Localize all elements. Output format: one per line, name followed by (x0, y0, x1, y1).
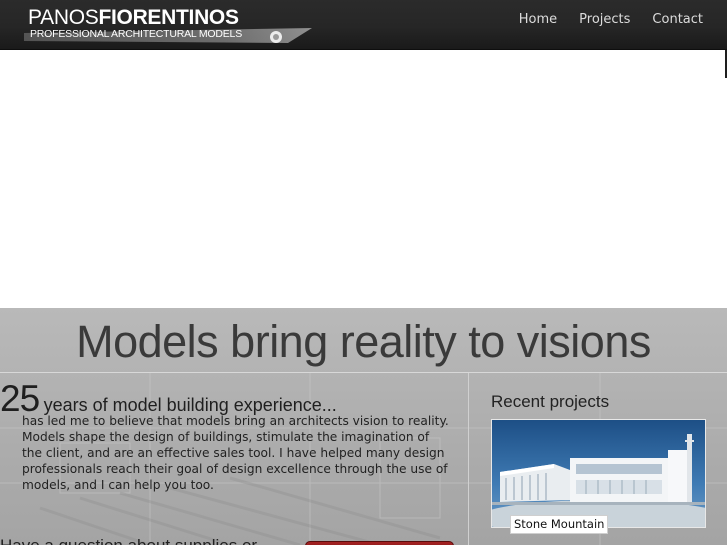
recent-projects-title: Recent projects (491, 392, 610, 411)
nav-home-link[interactable]: Home (519, 12, 557, 28)
nav-projects-link[interactable]: Projects (579, 12, 630, 28)
site-header: PANOSFIORENTINOS PROFESSIONAL ARCHITECTU… (0, 0, 727, 50)
hero-banner (0, 50, 727, 308)
project-caption[interactable]: Stone Mountain (510, 515, 609, 534)
main-nav: Home Projects Contact (519, 12, 703, 28)
main-content: Models bring reality to visions 25 years… (0, 308, 727, 545)
project-thumbnail[interactable] (491, 419, 706, 528)
building-model-image (492, 420, 705, 527)
column-divider (468, 373, 469, 545)
page-headline: Models bring reality to visions (76, 316, 651, 367)
logo-tagline: PROFESSIONAL ARCHITECTURAL MODELS (30, 28, 242, 40)
nav-contact-link[interactable]: Contact (652, 12, 703, 28)
question-heading: Have a question about supplies or (0, 536, 257, 545)
intro-paragraph: has led me to believe that models bring … (22, 414, 449, 492)
contact-button[interactable] (305, 541, 454, 545)
years-label: years of model building experience... (43, 395, 337, 415)
section-divider (0, 372, 727, 373)
site-logo[interactable]: PANOSFIORENTINOS PROFESSIONAL ARCHITECTU… (24, 6, 312, 46)
